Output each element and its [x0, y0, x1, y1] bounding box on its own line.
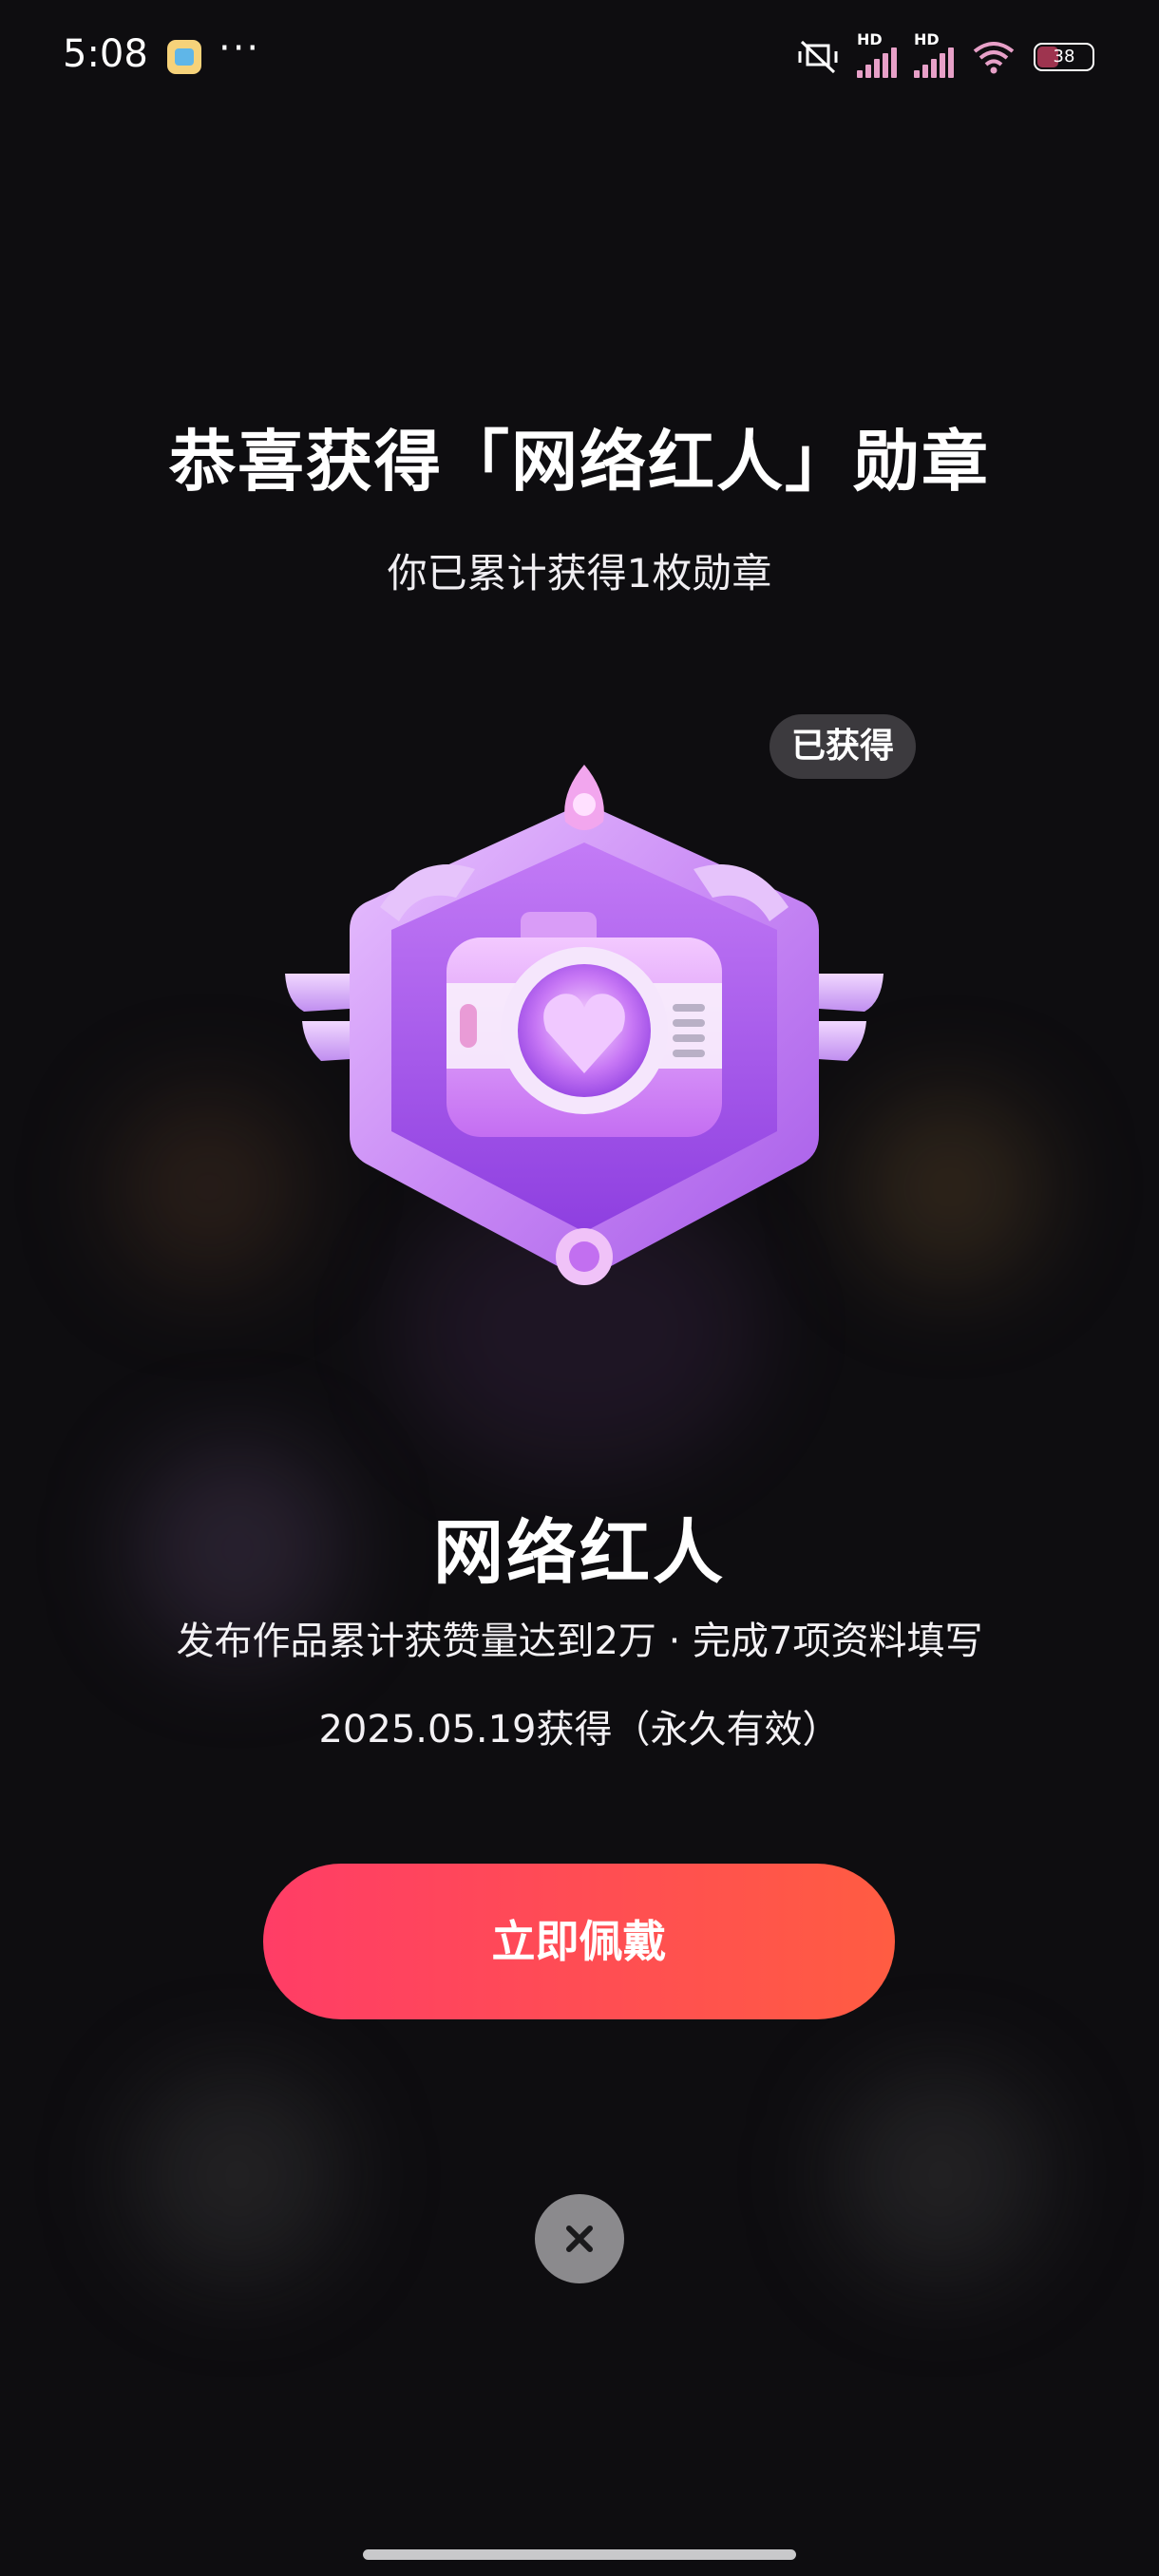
obtained-date: 2025.05.19获得（永久有效） [318, 1708, 841, 1752]
badge-count-subtitle: 你已累计获得1枚勋章 [387, 550, 772, 597]
battery-level: 38 [1053, 47, 1075, 66]
purple-camera-badge-icon [285, 765, 884, 1285]
notification-app-icon [167, 40, 201, 74]
congrats-title: 恭喜获得「网络红人」勋章 [169, 423, 990, 501]
background-glow [133, 2071, 342, 2280]
signal-hd-label: HD [914, 30, 940, 48]
status-time: 5:08 [63, 32, 148, 76]
wear-now-button[interactable]: 立即佩戴 [263, 1864, 895, 2019]
wifi-icon [973, 42, 1015, 74]
close-icon [566, 2226, 593, 2252]
badge-requirements: 发布作品累计获赞量达到2万 · 完成7项资料填写 [176, 1619, 983, 1663]
status-icons: HD HD 38 [796, 30, 1094, 78]
close-button[interactable] [535, 2194, 624, 2283]
more-notifications-icon: ··· [218, 27, 261, 70]
mute-vibrate-icon [798, 40, 838, 74]
badge-name: 网络红人 [433, 1512, 726, 1594]
background-glow [836, 2071, 1045, 2280]
home-indicator[interactable] [363, 2549, 796, 2560]
signal-hd-label: HD [857, 30, 883, 48]
status-bar: 5:08 ··· HD HD 38 [0, 0, 1159, 114]
battery-icon: 38 [1034, 43, 1094, 71]
signal-icon: HD [857, 30, 897, 78]
signal-icon: HD [914, 30, 954, 78]
